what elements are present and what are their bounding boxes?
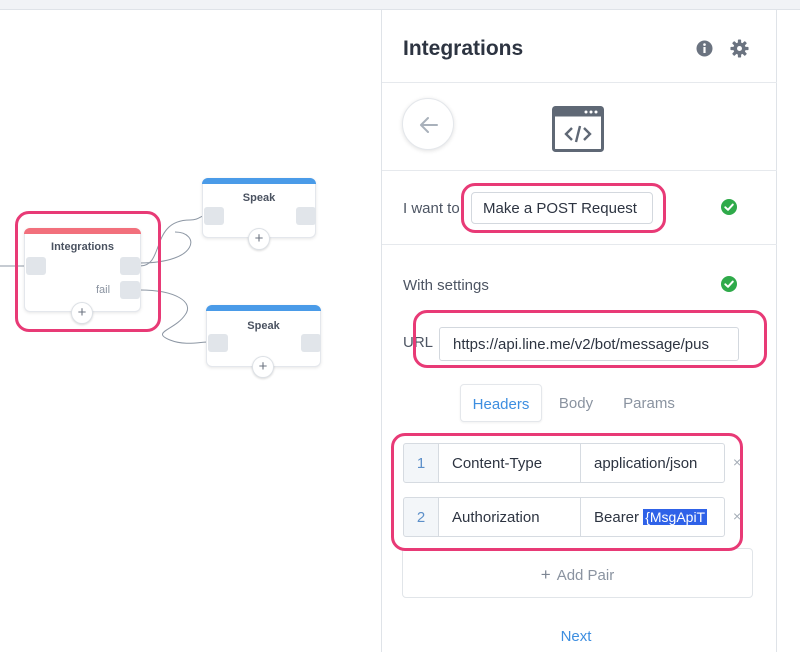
check-circle-icon [721,199,737,215]
header-row: 2 Authorization Bearer {MsgApiT × [403,497,741,537]
wire-integrations-loop [139,231,192,264]
add-step-button[interactable]: + [248,228,270,250]
add-step-button[interactable]: + [71,302,93,324]
remove-header-button[interactable]: × [733,508,741,524]
plus-icon: + [540,565,551,584]
top-bar [0,0,800,10]
header-key-input[interactable]: Authorization [438,497,581,537]
output-port[interactable] [296,207,316,225]
action-label: I want to [403,200,460,217]
node-title: Speak [242,192,276,204]
check-circle-icon [721,276,737,292]
node-color-bar [202,178,316,184]
fail-label: fail [96,284,111,296]
output-port[interactable] [120,257,140,275]
arrow-left-icon [420,117,438,133]
panel-title: Integrations [403,37,524,60]
input-port[interactable] [204,207,224,225]
input-port[interactable] [26,257,46,275]
add-step-button[interactable]: + [252,356,274,378]
node-title: Integrations [51,241,114,253]
header-value-text: Bearer [594,509,644,526]
section-divider [382,244,777,245]
next-button[interactable]: Next [541,628,611,645]
node-color-bar [206,305,321,311]
header-row: 1 Content-Type application/json × [403,443,741,483]
node-title: Speak [247,320,280,332]
header-index: 1 [403,443,439,483]
code-window-icon [552,106,604,152]
tab-params[interactable]: Params [614,384,684,422]
header-value-input[interactable]: Bearer {MsgApiT [580,497,725,537]
node-color-bar [24,228,141,234]
add-pair-label: Add Pair [556,567,615,584]
tab-body[interactable]: Body [553,384,599,422]
action-select[interactable]: Make a POST Request [471,192,653,224]
back-button[interactable] [402,98,454,150]
header-value-input[interactable]: application/json [580,443,725,483]
scrollbar-track[interactable] [777,10,800,652]
integrations-panel: Integrations I want to Make a POST Reque… [381,10,777,652]
header-index: 2 [403,497,439,537]
url-label: URL [403,334,434,351]
fail-port[interactable] [120,281,140,299]
header-key-input[interactable]: Content-Type [438,443,581,483]
settings-label: With settings [403,277,489,294]
wire-fail-to-speak-bottom [139,289,209,344]
info-icon[interactable] [696,40,713,57]
variable-token[interactable]: {MsgApiT [643,509,708,525]
flow-canvas[interactable]: Integrations fail + Speak + Speak + [0,10,381,652]
header-divider [382,82,777,83]
connection-wires [0,210,214,347]
gear-icon[interactable] [730,39,749,58]
section-divider [382,170,777,171]
input-port[interactable] [208,334,228,352]
remove-header-button[interactable]: × [733,454,741,470]
tab-headers[interactable]: Headers [460,384,542,422]
output-port[interactable] [301,334,321,352]
integrations-node[interactable]: Integrations fail [24,228,141,312]
add-pair-button[interactable]: + Add Pair [402,548,753,598]
url-input[interactable]: https://api.line.me/v2/bot/message/pus [439,327,739,361]
